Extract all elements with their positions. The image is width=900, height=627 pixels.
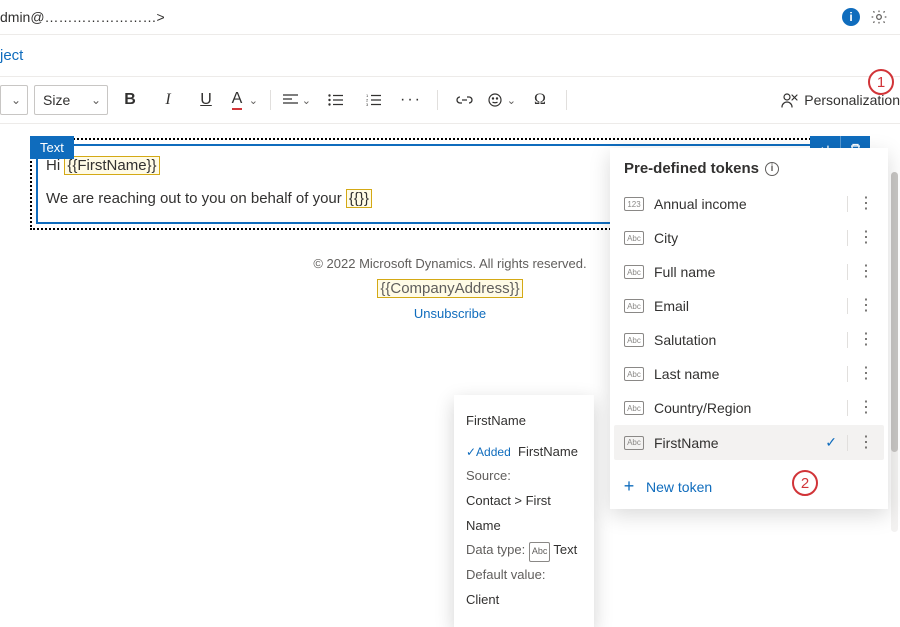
token-name: Email: [654, 298, 837, 314]
token-row[interactable]: AbcLast name⋮: [614, 357, 884, 391]
token-row[interactable]: AbcFull name⋮: [614, 255, 884, 289]
bold-button[interactable]: B: [114, 85, 146, 115]
from-field: dmin@……………………>: [0, 9, 165, 25]
datatype-value: Text: [553, 542, 577, 557]
font-color-button[interactable]: A: [228, 85, 260, 115]
number-list-button[interactable]: 123: [357, 85, 389, 115]
default-label: Default value:: [466, 567, 546, 582]
new-token-label: New token: [646, 479, 712, 495]
type-icon: Abc: [624, 265, 644, 279]
type-icon: Abc: [624, 299, 644, 313]
firstname-token[interactable]: {{FirstName}}: [64, 156, 159, 175]
align-button[interactable]: [281, 85, 313, 115]
token-name: Last name: [654, 366, 837, 382]
token-row[interactable]: AbcSalutation⋮: [614, 323, 884, 357]
added-badge: ✓Added: [466, 445, 511, 459]
separator: [847, 400, 848, 416]
popover-name: FirstName: [466, 409, 582, 434]
separator: [270, 90, 271, 110]
symbol-button[interactable]: Ω: [524, 85, 556, 115]
block-type-tag: Text: [30, 136, 74, 159]
emoji-button[interactable]: [486, 85, 518, 115]
source-label: Source:: [466, 468, 511, 483]
link-button[interactable]: [448, 85, 480, 115]
separator: [847, 332, 848, 348]
check-icon: ✓: [825, 434, 837, 451]
token-row[interactable]: AbcEmail⋮: [614, 289, 884, 323]
token-row[interactable]: 123Annual income⋮: [614, 187, 884, 221]
italic-button[interactable]: I: [152, 85, 184, 115]
token-name: Annual income: [654, 196, 837, 212]
underline-button[interactable]: U: [190, 85, 222, 115]
token-row[interactable]: AbcCountry/Region⋮: [614, 391, 884, 425]
tokens-panel: Pre-defined tokens i 123Annual income⋮Ab…: [610, 148, 888, 509]
default-value: Client: [466, 592, 499, 607]
subject-input[interactable]: ject: [0, 35, 900, 77]
new-token-button[interactable]: + New token 2: [610, 464, 888, 509]
type-icon: Abc: [624, 401, 644, 415]
info-icon[interactable]: i: [842, 8, 860, 26]
token-row[interactable]: AbcFirstName✓⋮: [614, 425, 884, 460]
svg-text:3: 3: [366, 102, 369, 106]
datatype-label: Data type:: [466, 542, 525, 557]
empty-token[interactable]: {{}}: [346, 189, 372, 208]
abc-icon: Abc: [529, 542, 551, 561]
type-icon: Abc: [624, 367, 644, 381]
companyaddress-token: {{CompanyAddress}}: [377, 279, 522, 298]
added-value: FirstName: [518, 444, 578, 459]
callout-2: 2: [792, 470, 818, 496]
callout-1: 1: [868, 69, 894, 95]
token-name: Salutation: [654, 332, 837, 348]
bullet-list-button[interactable]: [319, 85, 351, 115]
separator: [847, 366, 848, 382]
plus-icon: +: [620, 476, 638, 497]
person-icon: [780, 92, 798, 108]
token-name: Full name: [654, 264, 837, 280]
info-icon[interactable]: i: [765, 162, 779, 176]
type-icon: Abc: [624, 333, 644, 347]
more-button[interactable]: ···: [395, 85, 427, 115]
type-icon: Abc: [624, 436, 644, 450]
token-name: FirstName: [654, 435, 815, 451]
separator: [847, 264, 848, 280]
separator: [847, 196, 848, 212]
token-row[interactable]: AbcCity⋮: [614, 221, 884, 255]
personalization-label: Personalization: [804, 92, 900, 108]
token-detail-popover: FirstName ✓Added FirstName Source: Conta…: [454, 395, 594, 627]
font-size-select[interactable]: Size: [34, 85, 108, 115]
source-value: Contact > First Name: [466, 489, 582, 538]
type-icon: Abc: [624, 231, 644, 245]
separator: [847, 298, 848, 314]
separator: [437, 90, 438, 110]
scrollbar[interactable]: [891, 172, 898, 532]
separator: [847, 435, 848, 451]
type-icon: 123: [624, 197, 644, 211]
font-family-select[interactable]: [0, 85, 28, 115]
separator: [566, 90, 567, 110]
token-name: City: [654, 230, 837, 246]
token-name: Country/Region: [654, 400, 837, 416]
panel-title: Pre-defined tokens: [624, 160, 759, 177]
toolbar: Size B I U A 123 ··· Ω Personalization 1: [0, 77, 900, 124]
gear-icon[interactable]: [870, 8, 888, 26]
separator: [847, 230, 848, 246]
